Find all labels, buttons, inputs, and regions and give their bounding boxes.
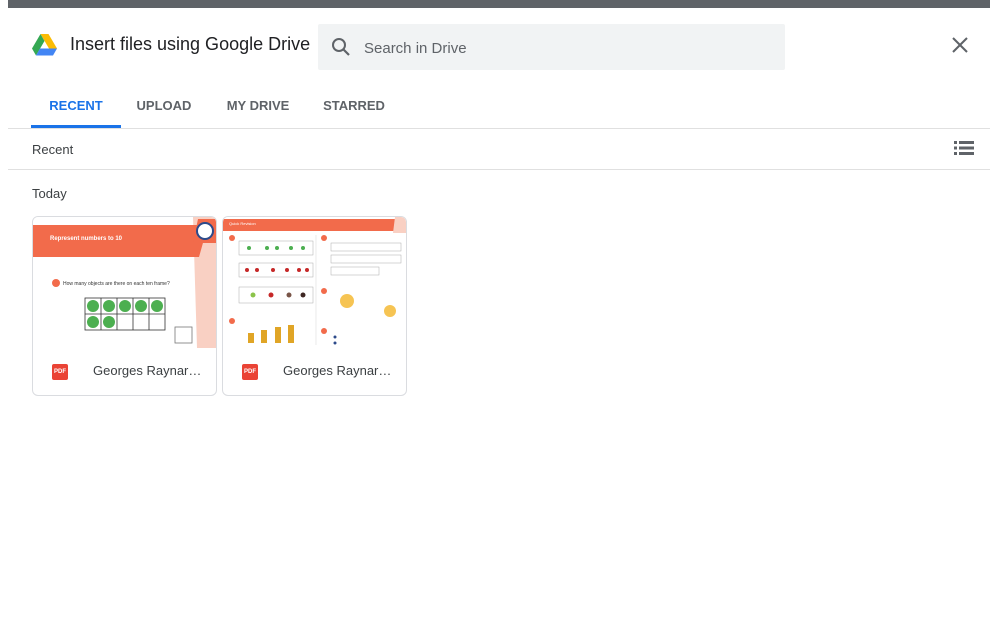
file-card-footer: PDF Georges Raynard... (223, 348, 406, 395)
close-icon[interactable] (951, 36, 969, 54)
dialog-title: Insert files using Google Drive (70, 34, 311, 54)
file-card-footer: PDF Georges Raynard... (33, 348, 216, 395)
svg-text:How many objects are there on: How many objects are there on each ten f… (63, 281, 170, 287)
tab-my-drive[interactable]: MY DRIVE (218, 80, 298, 128)
drive-picker-dialog: Insert files using Google Drive RECENT U… (8, 8, 990, 617)
file-name: Georges Raynard... (283, 363, 395, 378)
tab-upload[interactable]: UPLOAD (125, 80, 203, 128)
search-input[interactable] (362, 24, 766, 72)
pdf-icon: PDF (242, 364, 258, 380)
thumbnail-image (223, 217, 406, 348)
search-icon (332, 38, 350, 56)
list-view-icon[interactable] (954, 140, 974, 156)
pdf-icon: PDF (52, 364, 68, 380)
breadcrumb: Recent (32, 142, 74, 157)
file-thumbnail: How many objects are there on each ten f… (33, 217, 216, 348)
background-page (0, 0, 8, 617)
thumbnail-title: Represent numbers to 10 (50, 236, 123, 242)
thumbnail-title: Quick Revision (229, 221, 256, 226)
tab-starred[interactable]: STARRED (316, 80, 392, 128)
file-name: Georges Raynard... (93, 363, 205, 378)
file-thumbnail: Quick Revision (223, 217, 406, 348)
file-card[interactable]: Quick Revision PDF Georges Raynard... (222, 216, 407, 396)
google-drive-icon (32, 34, 57, 56)
tab-bar: RECENT UPLOAD MY DRIVE STARRED (8, 80, 990, 129)
view-subbar: Recent (8, 129, 990, 170)
dialog-header: Insert files using Google Drive (8, 8, 990, 80)
file-card[interactable]: How many objects are there on each ten f… (32, 216, 217, 396)
tab-recent[interactable]: RECENT (31, 80, 121, 128)
section-label-today: Today (32, 186, 67, 201)
search-box[interactable] (318, 24, 785, 72)
